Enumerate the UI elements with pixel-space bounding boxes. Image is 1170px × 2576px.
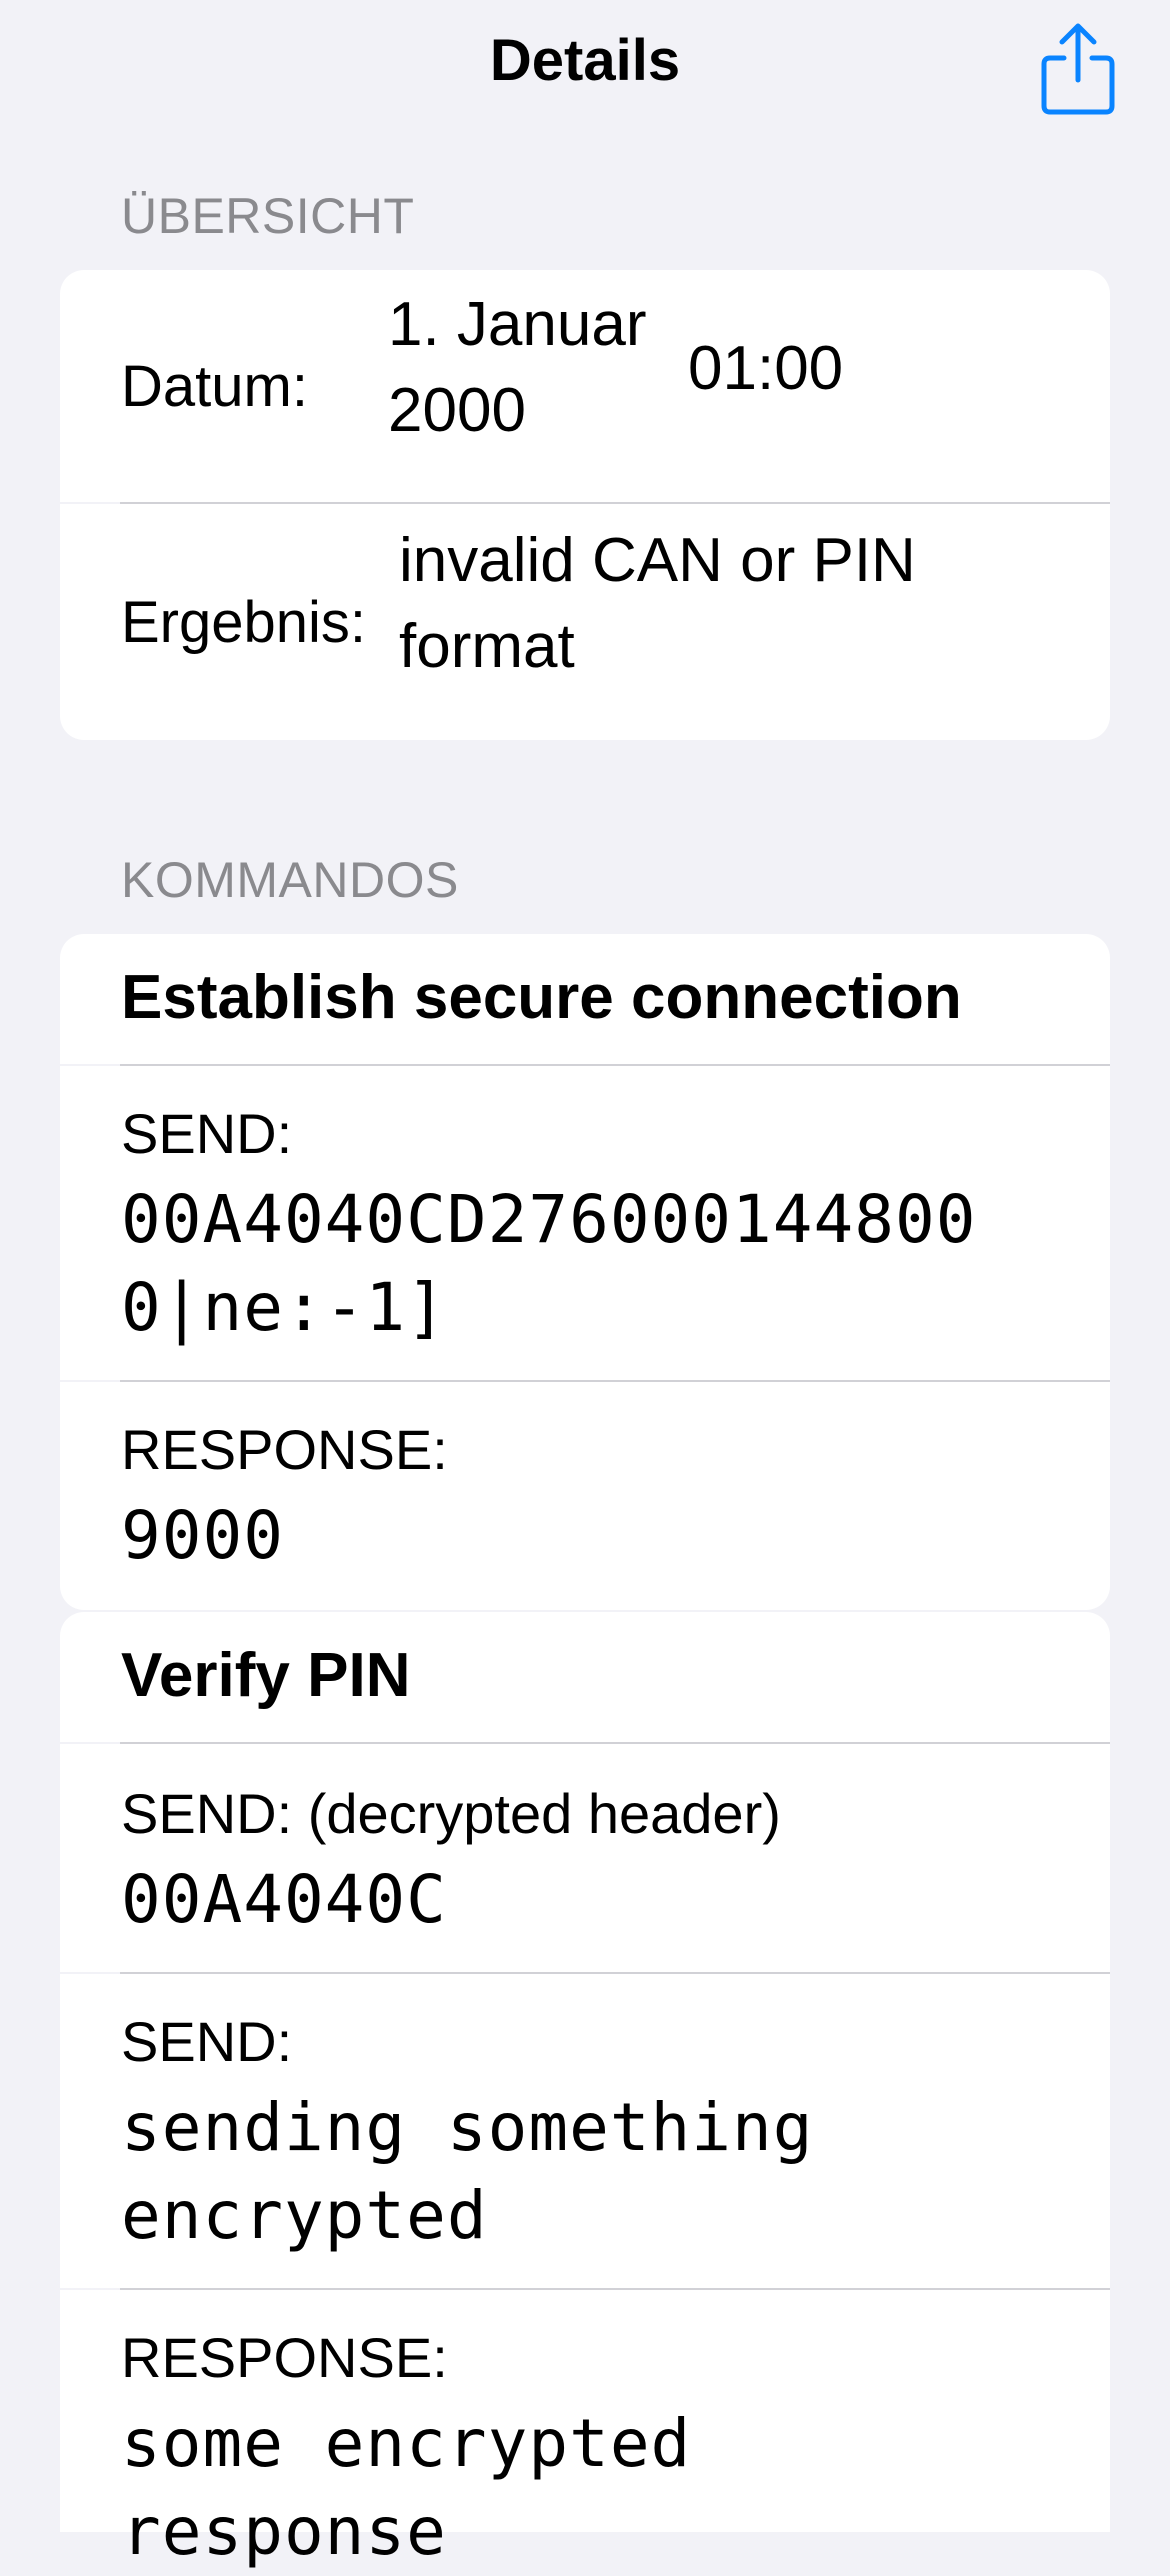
command-title: Verify PIN <box>121 1641 411 1710</box>
result-value-line1: invalid CAN or PIN <box>399 526 916 595</box>
section-header-commands: KOMMANDOS <box>121 852 459 908</box>
entry-label: RESPONSE: <box>121 1418 448 1481</box>
entry-label: SEND: <box>121 1102 293 1165</box>
entry-data: sending something <box>121 2089 814 2166</box>
entry-data: some encrypted <box>121 2405 692 2482</box>
date-value-line1: 1. Januar <box>388 290 647 359</box>
command-entry-row: RESPONSE: some encrypted response <box>60 2290 1110 2570</box>
section-header-overview: ÜBERSICHT <box>121 188 415 244</box>
entry-data: response <box>121 2493 447 2570</box>
command-entry-row: SEND: sending something encrypted <box>60 1974 1110 2288</box>
share-icon <box>1041 23 1115 115</box>
entry-data: encrypted <box>121 2177 488 2254</box>
navigation-bar: Details <box>0 0 1170 130</box>
entry-label: SEND: <box>121 2010 293 2073</box>
share-button[interactable] <box>1036 20 1120 116</box>
time-value: 01:00 <box>688 334 844 403</box>
command-title-row: Establish secure connection <box>60 934 1110 1064</box>
entry-label: RESPONSE: <box>121 2326 448 2389</box>
overview-result-row: Ergebnis: invalid CAN or PIN format <box>60 504 1110 740</box>
entry-data: 9000 <box>121 1497 284 1574</box>
entry-data: 0|ne:-1] <box>121 1269 447 1346</box>
entry-label: SEND: (decrypted header) <box>121 1782 781 1845</box>
entry-data: 00A4040C <box>121 1861 447 1938</box>
overview-date-row: Datum: 1. Januar 2000 01:00 <box>60 270 1110 502</box>
command-title-row: Verify PIN <box>60 1612 1110 1742</box>
entry-data: 00A4040CD276000144800 <box>121 1181 977 1258</box>
command-title: Establish secure connection <box>121 963 962 1032</box>
date-label: Datum: <box>121 354 308 419</box>
page-title: Details <box>489 28 681 93</box>
result-value-line2: format <box>399 612 575 681</box>
result-label: Ergebnis: <box>121 590 367 655</box>
command-entry-row: SEND: 00A4040CD276000144800 0|ne:-1] <box>60 1066 1110 1380</box>
command-entry-row: RESPONSE: 9000 <box>60 1382 1110 1610</box>
command-entry-row: SEND: (decrypted header) 00A4040C <box>60 1744 1110 1972</box>
date-value-line2: 2000 <box>388 376 526 445</box>
